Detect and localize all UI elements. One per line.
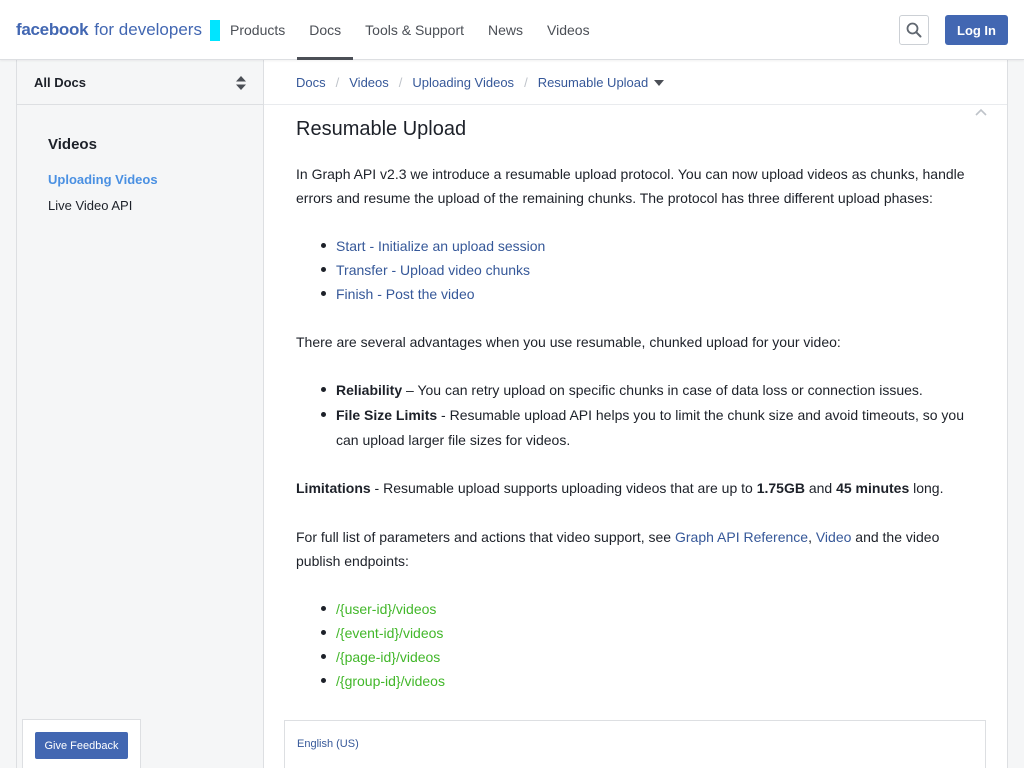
list-item: Transfer - Upload video chunks <box>321 258 966 282</box>
breadcrumb-separator: / <box>335 74 340 90</box>
sort-arrows-icon <box>236 76 246 90</box>
endpoint-group-videos-link[interactable]: /{group-id}/videos <box>336 673 445 689</box>
docs-sidebar: All Docs Videos Uploading Videos Live Vi… <box>16 60 264 768</box>
search-icon <box>906 22 922 38</box>
limitations-text: and <box>804 480 837 496</box>
reference-text: For full list of parameters and actions … <box>296 529 675 545</box>
search-button[interactable] <box>899 15 929 45</box>
main-content: Docs / Videos / Uploading Videos / Resum… <box>264 60 1008 768</box>
all-docs-label: All Docs <box>34 74 87 90</box>
limitations-paragraph: Limitations - Resumable upload supports … <box>296 476 966 500</box>
endpoint-event-videos-link[interactable]: /{event-id}/videos <box>336 625 443 641</box>
intro-paragraph: In Graph API v2.3 we introduce a resumab… <box>296 166 965 206</box>
advantage-term: Reliability <box>336 382 403 398</box>
limitations-text: - Resumable upload supports uploading vi… <box>370 480 757 496</box>
reference-paragraph: For full list of parameters and actions … <box>296 525 966 573</box>
page-title: Resumable Upload <box>296 118 467 140</box>
nav-docs[interactable]: Docs <box>297 0 354 60</box>
breadcrumb: Docs / Videos / Uploading Videos / Resum… <box>264 60 1007 105</box>
article: Resumable Upload In Graph API v2.3 we in… <box>296 116 966 693</box>
breadcrumb-current-label: Resumable Upload <box>537 74 649 90</box>
endpoint-page-videos-link[interactable]: /{page-id}/videos <box>336 649 440 665</box>
limitations-text: long. <box>909 480 944 496</box>
main-nav: Products Docs Tools & Support News Video… <box>218 0 602 60</box>
list-item: Start - Initialize an upload session <box>321 234 966 258</box>
phase-transfer-link[interactable]: Transfer - Upload video chunks <box>336 262 530 278</box>
all-docs-selector[interactable]: All Docs <box>17 60 263 105</box>
sidebar-item-live-video-api[interactable]: Live Video API <box>48 198 132 213</box>
breadcrumb-separator: / <box>398 74 403 90</box>
reference-text: , <box>808 529 816 545</box>
top-navbar: facebook for developers Products Docs To… <box>0 0 1024 60</box>
nav-products[interactable]: Products <box>218 0 297 60</box>
endpoints-list: /{user-id}/videos /{event-id}/videos /{p… <box>296 597 966 693</box>
feedback-panel: Give Feedback <box>22 719 141 768</box>
breadcrumb-separator: / <box>524 74 528 90</box>
list-item: Reliability – You can retry upload on sp… <box>321 378 966 403</box>
phase-finish-link[interactable]: Finish - Post the video <box>336 286 475 302</box>
advantages-intro: There are several advantages when you us… <box>296 334 841 350</box>
nav-videos[interactable]: Videos <box>535 0 602 60</box>
advantages-list: Reliability – You can retry upload on sp… <box>296 378 966 453</box>
list-item: Finish - Post the video <box>321 282 966 306</box>
graph-api-reference-link[interactable]: Graph API Reference <box>675 529 808 545</box>
logo-subtitle: for developers <box>94 20 202 39</box>
limit-size: 1.75GB <box>756 480 805 496</box>
list-item: /{event-id}/videos <box>321 621 966 645</box>
endpoint-user-videos-link[interactable]: /{user-id}/videos <box>336 601 436 617</box>
login-button[interactable]: Log In <box>945 15 1008 45</box>
chevron-down-icon <box>654 80 665 87</box>
sidebar-item-uploading-videos[interactable]: Uploading Videos <box>48 172 158 187</box>
logo-wordmark: facebook <box>16 20 89 39</box>
breadcrumb-docs[interactable]: Docs <box>296 75 326 90</box>
list-item: File Size Limits - Resumable upload API … <box>321 403 966 453</box>
advantage-text: – You can retry upload on specific chunk… <box>402 382 923 398</box>
sidebar-section-title: Videos <box>48 136 97 153</box>
breadcrumb-videos[interactable]: Videos <box>349 75 389 90</box>
nav-news[interactable]: News <box>476 0 535 60</box>
language-footer: English (US) <box>284 720 986 768</box>
video-reference-link[interactable]: Video <box>816 529 852 545</box>
breadcrumb-resumable-upload[interactable]: Resumable Upload <box>538 75 665 90</box>
list-item: /{page-id}/videos <box>321 645 966 669</box>
facebook-for-developers-logo[interactable]: facebook for developers <box>16 19 220 41</box>
advantage-term: File Size Limits <box>336 407 438 423</box>
breadcrumb-uploading-videos[interactable]: Uploading Videos <box>412 75 514 90</box>
limit-duration: 45 minutes <box>836 480 910 496</box>
phase-start-link[interactable]: Start - Initialize an upload session <box>336 238 545 254</box>
limitations-term: Limitations <box>296 480 371 496</box>
phases-list: Start - Initialize an upload session Tra… <box>296 234 966 306</box>
list-item: /{group-id}/videos <box>321 669 966 693</box>
give-feedback-button[interactable]: Give Feedback <box>35 732 128 759</box>
chevron-up-icon[interactable] <box>975 108 987 116</box>
list-item: /{user-id}/videos <box>321 597 966 621</box>
nav-tools-support[interactable]: Tools & Support <box>353 0 476 60</box>
language-selector[interactable]: English (US) <box>297 738 359 750</box>
